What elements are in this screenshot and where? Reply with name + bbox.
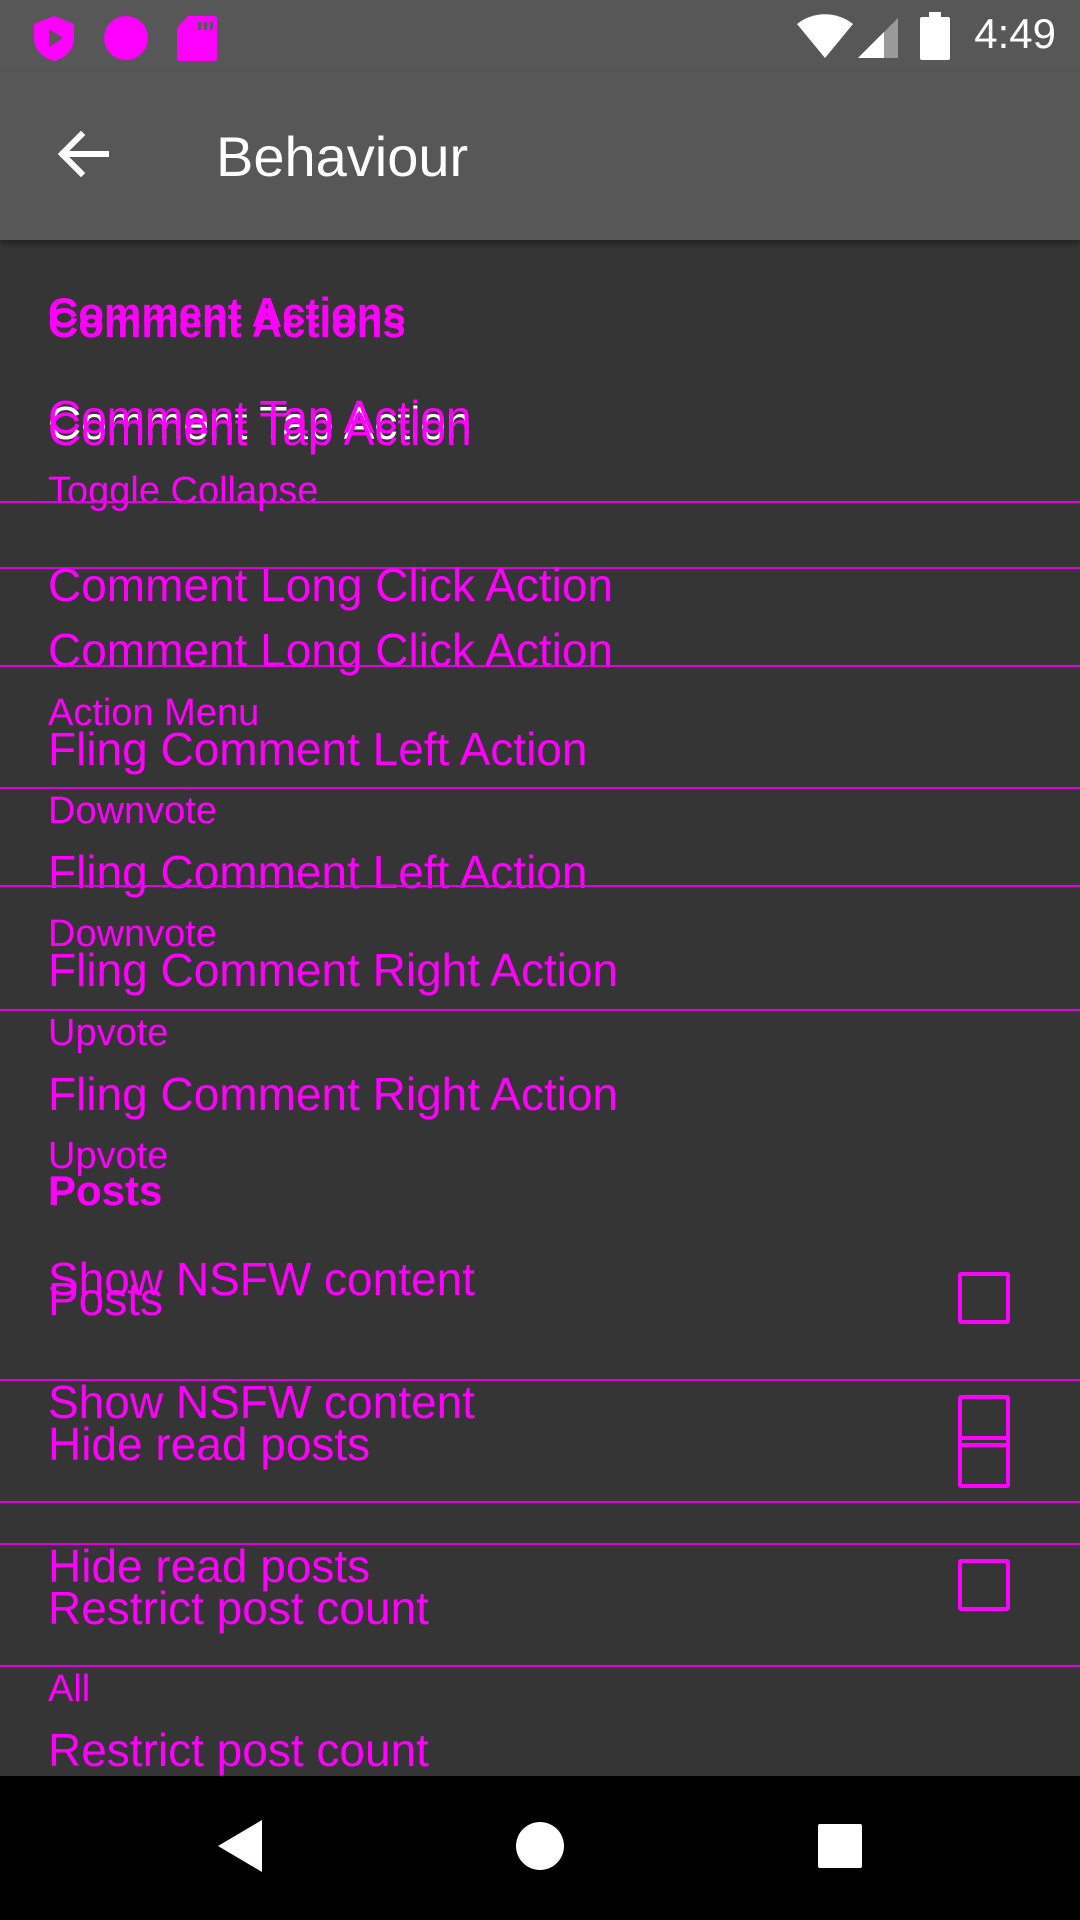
show-nsfw-content-title[interactable]: Show NSFW content xyxy=(48,1256,475,1302)
status-time: 4:49 xyxy=(974,10,1056,57)
arrow-back-icon xyxy=(57,130,110,182)
nav-back-button[interactable] xyxy=(190,1806,290,1890)
category-header-posts: Posts xyxy=(48,1167,163,1214)
nav-home-button[interactable] xyxy=(490,1806,590,1890)
divider xyxy=(0,885,1080,887)
system-nav-bar xyxy=(0,1776,1080,1920)
comment-tap-action-title-ghost: Comment Tap Action xyxy=(48,403,472,455)
restrict-post-count-summary: All xyxy=(48,1668,91,1710)
comment-tap-action-summary: Toggle Collapse xyxy=(48,470,319,512)
hide-read-posts-title[interactable]: Hide read posts xyxy=(48,1421,370,1467)
divider xyxy=(0,1665,1080,1667)
fling-comment-left-action-summary: Downvote xyxy=(48,790,217,832)
fling-comment-left-action-title-ghost: Fling Comment Left Action xyxy=(48,846,588,898)
divider xyxy=(0,787,1080,789)
fling-comment-left-action-title[interactable]: Fling Comment Left Action xyxy=(48,726,587,772)
back-button[interactable] xyxy=(40,116,126,196)
signal-icon xyxy=(856,16,900,63)
restrict-post-count-title[interactable]: Restrict post count xyxy=(48,1585,429,1631)
restrict-post-count-title-ghost: Restrict post count xyxy=(48,1724,429,1776)
app-bar: Behaviour xyxy=(0,72,1080,240)
fling-comment-right-action-title-ghost: Fling Comment Right Action xyxy=(48,1068,619,1120)
comment-long-click-action-title[interactable]: Comment Long Click Action xyxy=(48,562,613,608)
battery-icon xyxy=(920,12,950,65)
divider xyxy=(0,501,1080,503)
nav-recents-button[interactable] xyxy=(790,1806,890,1890)
nav-home-icon xyxy=(514,1820,566,1877)
wifi-icon xyxy=(796,14,854,63)
sd-card-icon xyxy=(176,14,218,67)
settings-list: Comment Actions Comment Actions Comment … xyxy=(0,240,1080,1776)
hide-read-posts-checkbox-ghost xyxy=(958,1559,1010,1611)
category-header-comment-actions-ghost: Comment Actions xyxy=(48,299,406,346)
shield-play-icon xyxy=(30,14,78,67)
divider xyxy=(0,1501,1080,1503)
status-bar: 4:49 xyxy=(0,0,1080,72)
circle-icon xyxy=(102,14,150,67)
hide-read-posts-checkbox[interactable] xyxy=(958,1436,1010,1488)
divider xyxy=(0,665,1080,667)
divider xyxy=(0,1009,1080,1011)
nav-back-icon xyxy=(214,1818,266,1879)
fling-comment-right-action-summary: Upvote xyxy=(48,1012,169,1054)
page-title: Behaviour xyxy=(216,125,469,188)
nav-recents-icon xyxy=(817,1823,863,1874)
fling-comment-right-action-title[interactable]: Fling Comment Right Action xyxy=(48,947,618,993)
show-nsfw-content-checkbox[interactable] xyxy=(958,1272,1010,1324)
